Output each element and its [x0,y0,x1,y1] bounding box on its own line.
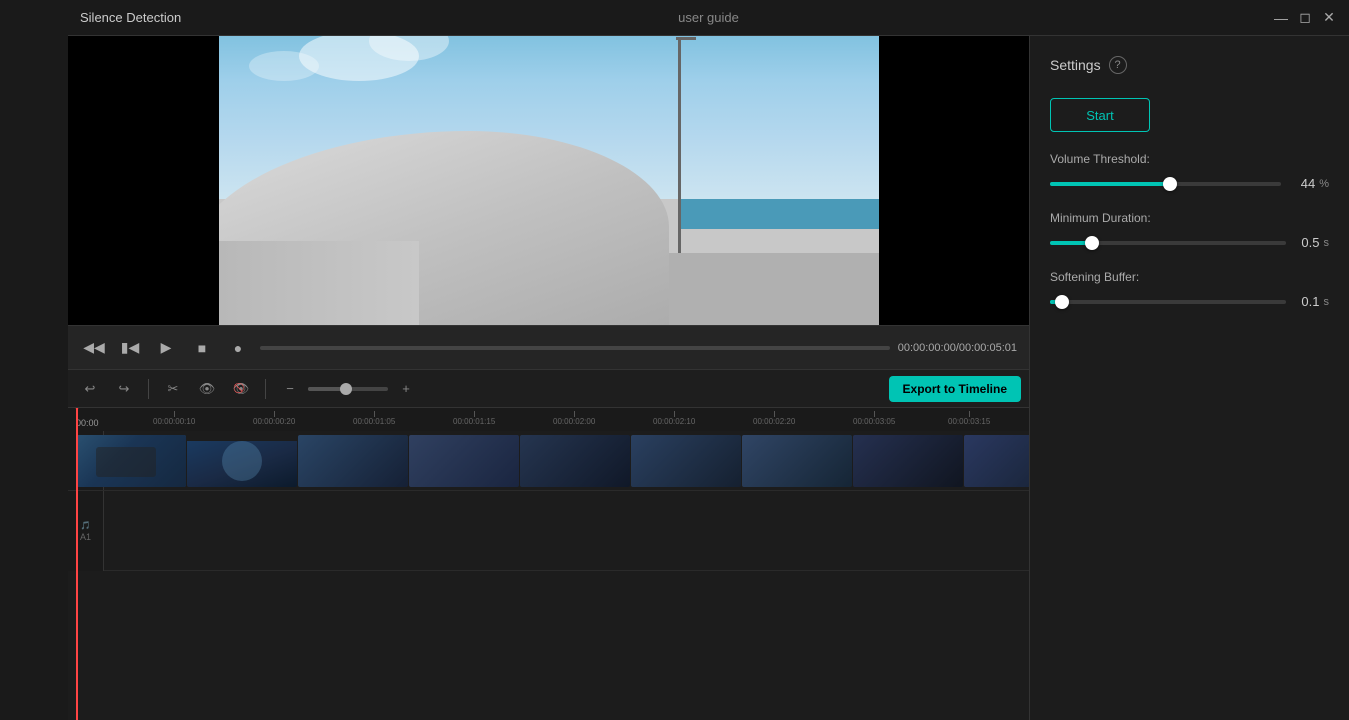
ruler-mark-7: 00:00:02:20 [753,411,795,426]
video-track-row: 🎞 V1 [68,431,1029,491]
clip-thumb-7 [742,435,852,487]
zoom-slider[interactable] [308,387,388,391]
minimum-duration-value: 0.5 [1296,235,1320,250]
stop-button[interactable]: ■ [188,334,216,362]
volume-threshold-fill [1050,182,1170,186]
audio-track-icon: 🎵 [81,521,91,530]
volume-threshold-group: Volume Threshold: 44 % [1050,152,1329,191]
dialog-titlebar: Silence Detection user guide — ◻ ✕ [68,0,1349,36]
softening-buffer-value-box: 0.1 s [1296,294,1330,309]
silence-detection-dialog: Silence Detection user guide — ◻ ✕ [68,0,1349,720]
ruler-mark-5: 00:00:02:00 [553,411,595,426]
video-frame [219,36,879,325]
minimum-duration-label: Minimum Duration: [1050,211,1329,225]
export-to-timeline-button[interactable]: Export to Timeline [889,376,1021,402]
softening-buffer-label: Softening Buffer: [1050,270,1329,284]
volume-threshold-thumb[interactable] [1163,177,1177,191]
video-controls: ◀◀ ▮◀ ▶ ■ ● 00:00:00:00/00:00:05:01 [68,325,1029,369]
softening-buffer-value: 0.1 [1296,294,1320,309]
volume-threshold-label: Volume Threshold: [1050,152,1329,166]
softening-buffer-group: Softening Buffer: 0.1 s [1050,270,1329,309]
clip-thumb-8 [853,435,963,487]
settings-title: Settings [1050,57,1101,73]
audio-track-number: A1 [80,532,91,542]
video-preview [68,36,1029,325]
separator-1 [148,379,149,399]
minimum-duration-slider[interactable] [1050,241,1286,245]
ruler-mark-0: 00:00 [76,418,99,428]
fullscreen-button[interactable]: ● [224,334,252,362]
clip-thumb-2 [187,435,297,487]
rewind-button[interactable]: ◀◀ [80,334,108,362]
dialog-body: ◀◀ ▮◀ ▶ ■ ● 00:00:00:00/00:00:05:01 ↩ ↪ … [68,36,1349,720]
audio-track-row: 🎵 A1 [68,491,1029,571]
zoom-in-button[interactable]: + [392,375,420,403]
progress-bar[interactable] [260,346,890,350]
time-display: 00:00:00:00/00:00:05:01 [898,342,1017,354]
clip-thumb-6 [631,435,741,487]
softening-buffer-thumb[interactable] [1055,295,1069,309]
separator-2 [265,379,266,399]
close-button[interactable]: ✕ [1321,10,1337,26]
ruler-mark-3: 00:00:01:05 [353,411,395,426]
ruler-mark-9: 00:00:03:15 [948,411,990,426]
softening-buffer-slider-row: 0.1 s [1050,294,1329,309]
show-button[interactable]: 👁 [193,375,221,403]
step-back-button[interactable]: ▮◀ [116,334,144,362]
undo-button[interactable]: ↩ [76,375,104,403]
settings-panel: Settings ? Start Volume Threshold: 44 % [1029,36,1349,720]
minimum-duration-slider-row: 0.5 s [1050,235,1329,250]
minimize-button[interactable]: — [1273,10,1289,26]
settings-header: Settings ? [1050,56,1329,74]
clip-thumb-3 [298,435,408,487]
clip-thumb-4 [409,435,519,487]
volume-threshold-value-box: 44 % [1291,176,1329,191]
clip-thumb-1 [76,435,186,487]
minimum-duration-unit: s [1324,237,1330,249]
minimum-duration-value-box: 0.5 s [1296,235,1330,250]
titlebar-controls: — ◻ ✕ [1273,10,1337,26]
ruler-mark-2: 00:00:00:20 [253,411,295,426]
video-area: ◀◀ ▮◀ ▶ ■ ● 00:00:00:00/00:00:05:01 ↩ ↪ … [68,36,1029,720]
clip-thumb-5 [520,435,630,487]
audio-track-label: 🎵 A1 [68,491,104,571]
softening-buffer-unit: s [1324,296,1330,308]
help-icon[interactable]: ? [1109,56,1127,74]
app-title: user guide [678,10,739,25]
timeline-tracks: 🎞 V1 [68,431,1029,720]
play-button[interactable]: ▶ [152,334,180,362]
volume-threshold-slider[interactable] [1050,182,1281,186]
redo-button[interactable]: ↪ [110,375,138,403]
cut-button[interactable]: ✂ [159,375,187,403]
softening-buffer-slider[interactable] [1050,300,1286,304]
ruler-mark-6: 00:00:02:10 [653,411,695,426]
track-playhead [76,431,78,720]
start-button[interactable]: Start [1050,98,1150,132]
playhead[interactable] [76,408,78,431]
hide-button[interactable]: 👁⃠ [227,375,255,403]
maximize-button[interactable]: ◻ [1297,10,1313,26]
minimum-duration-thumb[interactable] [1085,236,1099,250]
zoom-control: − + [276,375,420,403]
clip-thumb-9 [964,435,1029,487]
ruler-mark-4: 00:00:01:15 [453,411,495,426]
volume-threshold-value: 44 [1291,176,1315,191]
minimum-duration-group: Minimum Duration: 0.5 s [1050,211,1329,250]
ruler-mark-8: 00:00:03:05 [853,411,895,426]
volume-threshold-unit: % [1319,178,1329,190]
volume-threshold-slider-row: 44 % [1050,176,1329,191]
timeline-ruler: 00:00 00:00:00:10 00:00:00:20 00:00:01:0… [68,407,1029,431]
ruler-mark-1: 00:00:00:10 [153,411,195,426]
dialog-title: Silence Detection [80,10,181,25]
zoom-out-button[interactable]: − [276,375,304,403]
timeline-toolbar: ↩ ↪ ✂ 👁 👁⃠ − + [68,369,1029,407]
video-clip-container[interactable] [76,435,1029,487]
